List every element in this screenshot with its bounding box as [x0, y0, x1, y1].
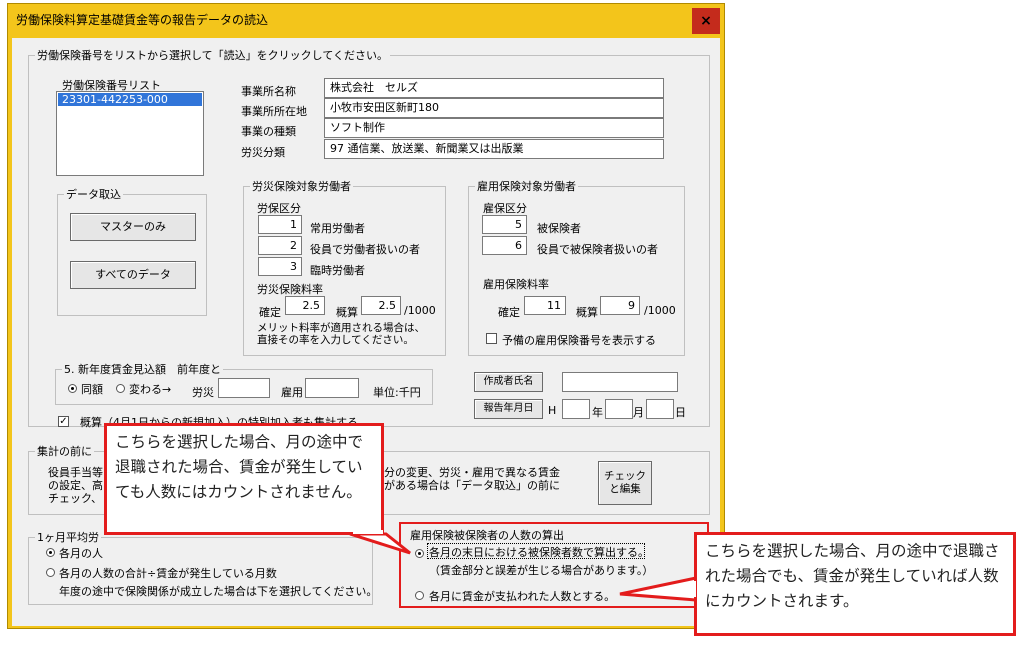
callout-pointer-seams — [353, 530, 696, 597]
